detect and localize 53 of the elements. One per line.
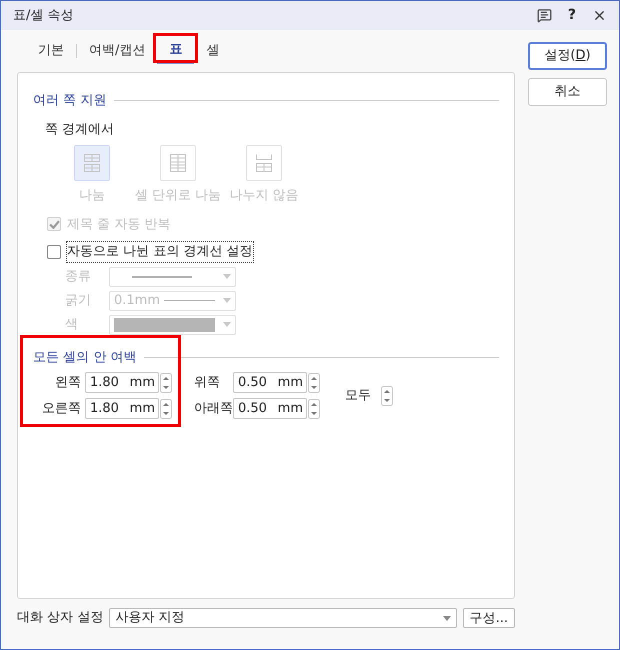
spinner[interactable]	[160, 398, 172, 418]
dropdown[interactable]: 사용자 지정	[109, 608, 457, 628]
field-label: 위쪽	[193, 374, 221, 392]
field-label: 색	[65, 316, 79, 334]
field-label: 종류	[65, 268, 92, 286]
number-field[interactable]: 0.50 mm	[233, 398, 307, 419]
comment-icon[interactable]	[536, 8, 552, 23]
caret-icon	[223, 322, 231, 327]
window-title: 표/셀 속성	[13, 6, 75, 25]
unit-label: mm	[278, 400, 303, 418]
spinner[interactable]	[381, 386, 393, 406]
section-subtitle: 쪽 경계에서	[45, 120, 114, 138]
line-sample-icon	[164, 300, 215, 301]
field-label: 아래쪽	[193, 400, 233, 418]
close-icon[interactable]	[592, 8, 607, 23]
dialog-button[interactable]: 설정(D)	[528, 42, 607, 70]
checkbox-label: 제목 줄 자동 반복	[66, 216, 172, 234]
field-label: 모두	[345, 386, 371, 405]
checkbox-label: 자동으로 나뉜 표의 경계선 설정	[66, 241, 254, 262]
table-cell-split-icon	[169, 153, 187, 173]
field-label: 대화 상자 설정	[17, 609, 104, 628]
line-sample-icon	[132, 276, 192, 278]
field-label: 오른쪽	[42, 400, 82, 418]
caret-icon	[223, 298, 231, 303]
tab[interactable]: 기본	[26, 38, 76, 64]
dialog-button[interactable]: 취소	[528, 78, 607, 106]
caret-icon	[223, 274, 231, 279]
unit-label: mm	[130, 374, 155, 392]
tab[interactable]: 표	[157, 38, 194, 64]
option-label: 셀 단위로 나눔	[134, 187, 222, 205]
table-split-icon	[83, 153, 101, 173]
spinner[interactable]	[160, 372, 172, 392]
spinner[interactable]	[308, 372, 320, 392]
configure-button[interactable]: 구성...	[462, 608, 515, 628]
unit-label: mm	[278, 374, 303, 392]
field-label: 왼쪽	[55, 374, 82, 392]
spinner[interactable]	[308, 398, 320, 418]
number-field[interactable]: 1.80 mm	[85, 398, 159, 419]
help-button[interactable]: ?	[568, 5, 576, 26]
number-field[interactable]: 0.50 mm	[233, 372, 307, 393]
section-title: 모든 셀의 안 여백	[33, 348, 136, 366]
option-label: 나누지 않음	[229, 187, 299, 205]
option-label: 나눔	[79, 187, 105, 205]
section-title: 여러 쪽 지원	[33, 92, 106, 110]
unit-label: mm	[130, 400, 155, 418]
number-field[interactable]: 1.80 mm	[85, 372, 159, 393]
caret-icon	[442, 616, 451, 620]
tab[interactable]: 셀	[194, 38, 232, 64]
checkbox[interactable]	[47, 244, 61, 259]
table-no-split-icon	[255, 153, 273, 173]
field-label: 굵기	[65, 292, 92, 310]
dropdown-value: 0.1mm	[114, 292, 160, 310]
tab[interactable]: 여백/캡션	[77, 38, 158, 64]
